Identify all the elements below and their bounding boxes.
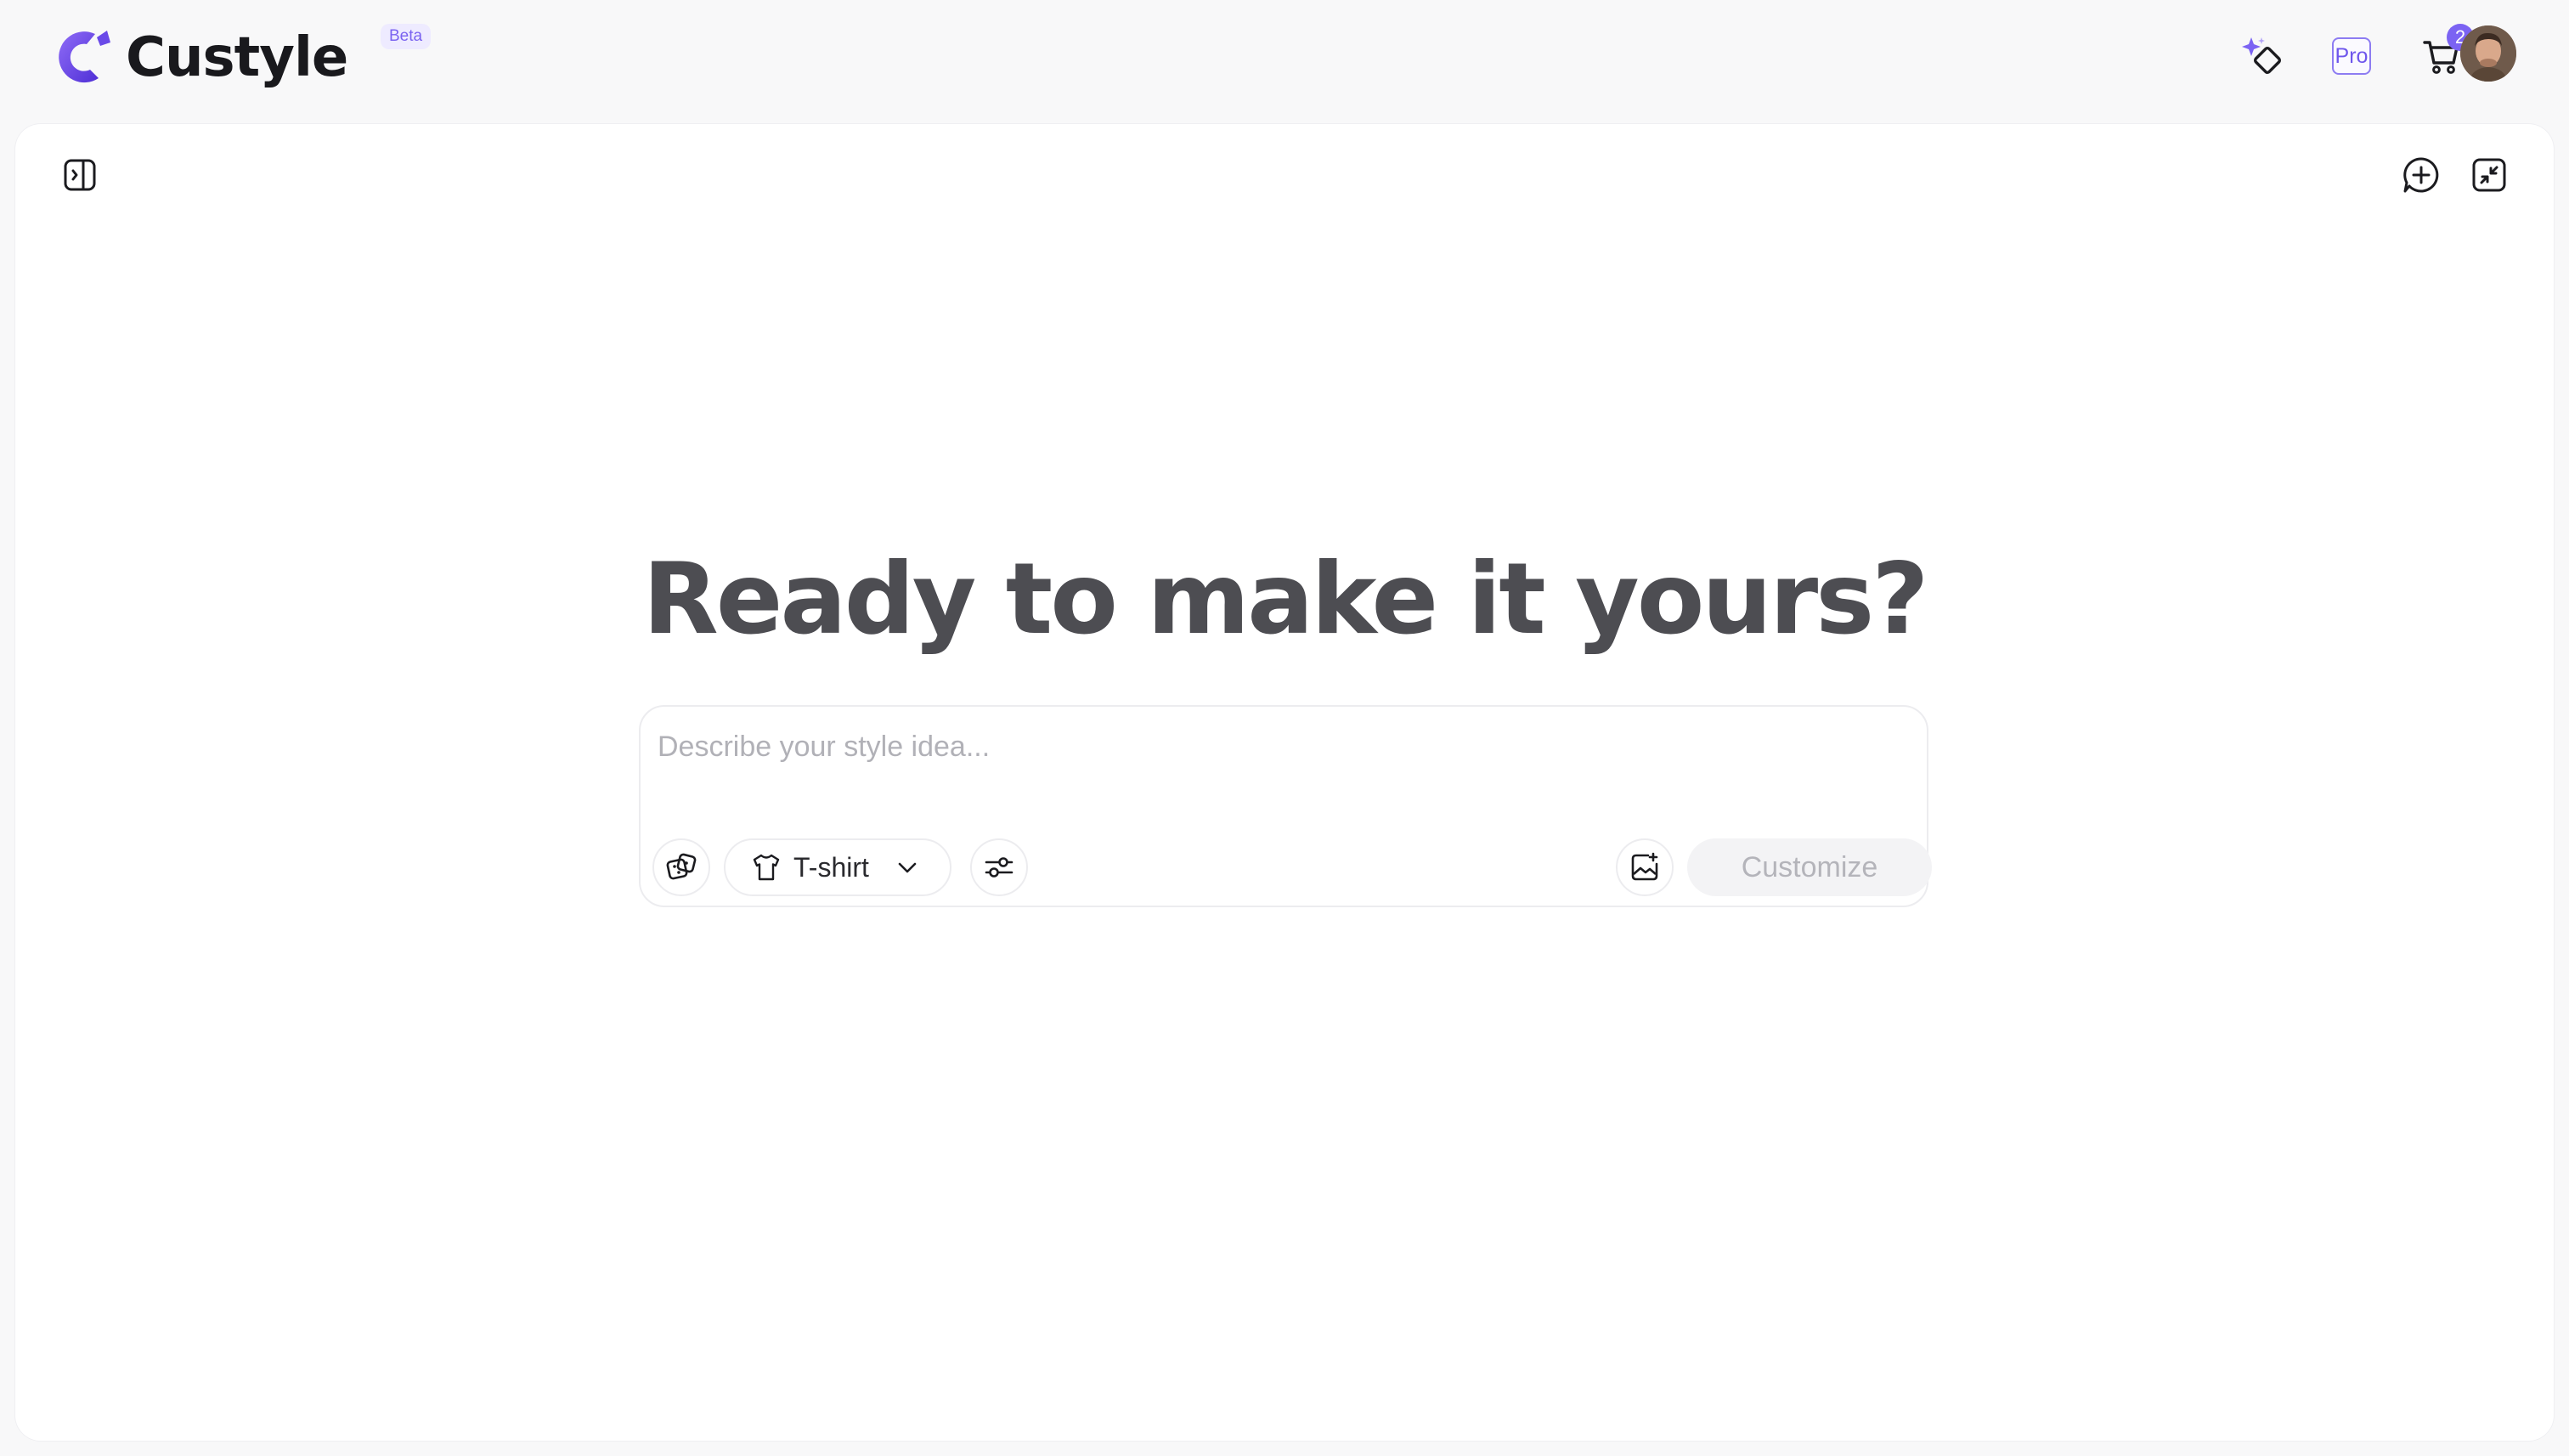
pro-upgrade-button[interactable]: Pro — [2319, 24, 2384, 88]
collapse-button[interactable] — [2465, 151, 2513, 199]
top-bar: Custyle Beta Pro 2 — [0, 0, 2569, 119]
sidebar-toggle-icon — [64, 159, 96, 191]
collapse-icon — [2472, 158, 2506, 192]
custyle-logo-icon — [59, 31, 110, 83]
new-chat-button[interactable] — [2397, 151, 2445, 199]
main-panel: Ready to make it yours? T-shirt — [15, 124, 2554, 1441]
chevron-down-icon — [898, 862, 917, 873]
brand-name: Custyle — [126, 26, 348, 89]
style-settings-button[interactable] — [970, 838, 1028, 896]
product-type-select[interactable]: T-shirt — [724, 838, 951, 896]
random-idea-button[interactable] — [652, 838, 710, 896]
style-composer: T-shirt Customize — [639, 705, 1932, 907]
beta-badge: Beta — [381, 24, 432, 49]
product-type-label: T-shirt — [793, 851, 869, 883]
upload-image-button[interactable] — [1616, 838, 1674, 896]
page-title: Ready to make it yours? — [642, 542, 1928, 657]
image-upload-icon — [1631, 852, 1658, 881]
tshirt-icon — [753, 854, 780, 881]
pro-label: Pro — [2332, 37, 2371, 75]
sliders-icon — [985, 857, 1013, 878]
dice-icon — [666, 853, 697, 880]
sidebar-toggle-button[interactable] — [56, 151, 104, 199]
avatar-photo — [2460, 25, 2516, 82]
style-idea-input[interactable] — [658, 717, 1906, 776]
brand-logo[interactable]: Custyle Beta — [51, 24, 432, 92]
user-avatar[interactable] — [2460, 25, 2516, 82]
customize-button[interactable]: Customize — [1687, 838, 1932, 896]
sparkle-icon — [2242, 37, 2282, 75]
new-chat-icon — [2403, 157, 2439, 193]
ai-sparkle-button[interactable] — [2231, 24, 2295, 88]
